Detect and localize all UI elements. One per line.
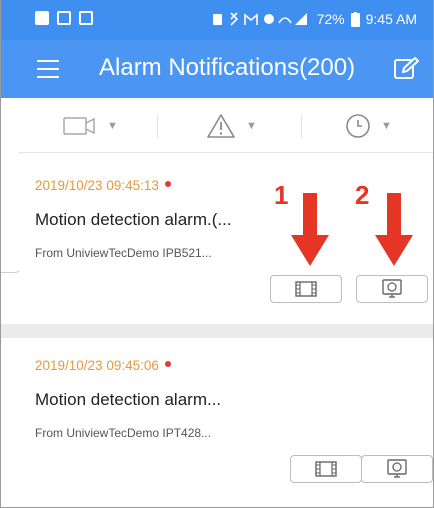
alarm-time: 2019/10/23 09:45:06 [35,358,171,373]
unread-dot [164,361,171,367]
card-separator [1,324,433,338]
unread-dot [164,181,171,187]
divider [301,114,302,138]
hamburger-menu-icon[interactable] [37,60,59,78]
app-bar: Alarm Notifications(200) [1,40,433,98]
alarm-source: From UniviewTecDemo IPB521... [35,246,212,260]
chevron-down-icon: ▼ [381,119,392,132]
live-view-icon [387,459,407,478]
alarm-card[interactable]: 2019/10/23 09:45:13 Motion detection ala… [19,154,433,324]
annotation-label-2: 2 [355,180,370,210]
battery-percent: 72% [316,11,345,27]
notification-check-icon [79,11,93,25]
chevron-down-icon: ▼ [107,119,118,132]
status-right: 72% 9:45 AM [211,11,417,27]
camera-icon [63,116,95,135]
alarm-title: Motion detection alarm... [35,390,222,409]
side-panel-edge [1,98,21,273]
live-view-button[interactable] [361,455,433,483]
annotation-arrow-2 [375,193,413,266]
playback-button[interactable] [270,275,342,303]
alarm-time: 2019/10/23 09:45:13 [35,178,171,193]
warning-icon [207,113,235,138]
filter-time[interactable]: ▼ [345,98,392,153]
edit-icon[interactable] [393,56,419,82]
playback-button[interactable] [290,455,362,483]
alarm-card[interactable]: 2019/10/23 09:45:06 Motion detection ala… [19,338,433,507]
filter-device[interactable]: ▼ [63,98,118,153]
filter-alarm-type[interactable]: ▼ [206,98,257,153]
alarm-title: Motion detection alarm.(... [35,210,232,229]
clock-time: 9:45 AM [365,11,417,27]
status-bar: 72% 9:45 AM [1,0,433,40]
live-view-button[interactable] [356,275,428,303]
filter-bar: ▼ ▼ ▼ [19,98,433,153]
page-title: Alarm Notifications(200) [99,54,356,81]
alarm-source: From UniviewTecDemo IPT428... [35,426,212,440]
chevron-down-icon: ▼ [246,119,257,132]
status-system-icons [212,12,307,26]
divider [157,114,158,138]
annotation-label-1: 1 [274,180,289,210]
battery-icon [350,11,360,27]
live-view-icon [382,279,402,298]
playback-icon [295,281,317,297]
notification-icons [35,11,93,25]
playback-icon [315,461,337,477]
clock-icon [346,113,370,138]
notification-app-icon [35,11,49,25]
annotation-arrow-1 [291,193,329,266]
app-screen: 72% 9:45 AM Alarm Notifications(200) ▼ ▼… [0,0,434,508]
notification-image-icon [57,11,71,25]
